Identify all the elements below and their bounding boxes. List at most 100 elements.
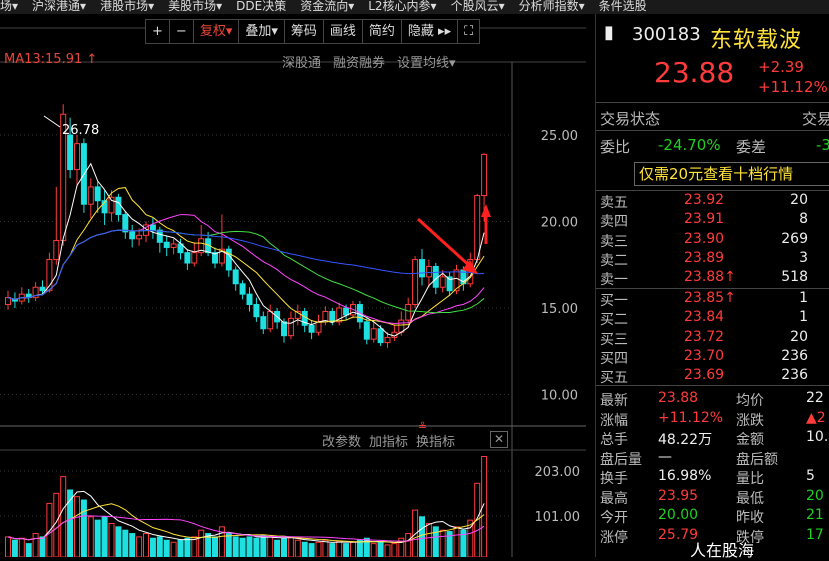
bids-label: 买一 (600, 293, 628, 309)
candle (267, 310, 274, 330)
stat-v: +11.12% (658, 409, 724, 426)
asks-label: 卖五 (600, 195, 628, 211)
stat-l2: 盘后额 (736, 451, 778, 468)
stat-l: 总手 (600, 432, 628, 448)
candle (232, 269, 239, 285)
simple-mode-button[interactable]: 简约 (361, 19, 402, 44)
asks-price: 23.88↑ (684, 269, 736, 286)
stat-v: 23.88 (658, 390, 699, 406)
volume-bar (419, 516, 425, 557)
candle (115, 196, 122, 216)
close-icon[interactable]: ✕ (490, 431, 508, 448)
candle (39, 286, 46, 292)
volume-bar (80, 499, 87, 557)
menu-icon[interactable]: ▮ (604, 22, 614, 43)
volume-bar (156, 536, 163, 557)
candle (481, 153, 488, 197)
switch-indicator-button[interactable]: 换指标 (416, 435, 455, 450)
zoom-out-button[interactable]: − (168, 19, 194, 44)
volume-bar (11, 539, 18, 557)
candle (53, 240, 60, 261)
hide-button[interactable]: 隐藏 ▸▸ (400, 19, 459, 44)
weicha-value: -3 (816, 136, 829, 154)
bids-price: 23.72 (684, 328, 725, 345)
top-menu-item[interactable]: 分析师指数▾ (519, 0, 585, 12)
top-menu-item[interactable]: 港股市场▾ (100, 0, 154, 12)
volume-bar (350, 541, 356, 557)
margin-link[interactable]: 融资融券 (333, 56, 385, 71)
top-menu-item[interactable]: 个股风云▾ (451, 0, 505, 12)
candle (94, 186, 101, 202)
candle (308, 324, 315, 333)
candle (260, 316, 267, 330)
candle (412, 259, 419, 306)
zoom-in-button[interactable]: + (145, 19, 170, 44)
top-menu-item[interactable]: 美股市场▾ (168, 0, 222, 12)
sgt-link[interactable]: 深股通 (282, 56, 321, 71)
volume-tick: 203.00 (535, 465, 581, 480)
top-menu-item[interactable]: 资金流向▾ (300, 0, 354, 12)
top-menu-item[interactable]: L2核心内参▾ (368, 0, 436, 12)
volume-bar (5, 536, 11, 557)
asks-vol: 518 (781, 269, 808, 286)
asks-label: 卖四 (600, 214, 628, 231)
candle (384, 336, 391, 344)
weibi-value: -24.70% (658, 136, 721, 154)
red-arrow (416, 217, 474, 270)
stat-v2: 21 (806, 507, 824, 523)
stat-l2: 均价 (736, 393, 764, 409)
volume-bar (343, 543, 350, 557)
edit-params-button[interactable]: 改参数 (322, 435, 361, 450)
volume-bar (170, 541, 177, 557)
top-menu-item[interactable]: 场▾ (0, 0, 18, 12)
volume-bar (439, 529, 446, 557)
volume-bar (212, 536, 218, 557)
add-indicator-button[interactable]: 加指标 (369, 435, 408, 450)
stat-l2: 最低 (736, 490, 764, 507)
draw-line-button[interactable]: 画线 (322, 19, 363, 44)
top-menu-item[interactable]: 沪深港通▾ (32, 0, 86, 12)
stat-v2: 22 (806, 390, 824, 406)
volume-bar (60, 476, 67, 557)
asks-price: 23.89 (684, 249, 725, 266)
top-menu-bar: 场▾ 沪深港通▾ 港股市场▾ 美股市场▾ DDE决策 资金流向▾ L2核心内参▾ 个股风云▾ 分… (0, 0, 829, 14)
chips-button[interactable]: 筹码 (283, 19, 324, 44)
stat-v: — (658, 448, 672, 465)
weicha-label: 委差 (736, 138, 767, 156)
volume-bar (18, 537, 25, 557)
volume-tools: 改参数 加指标 换指标 (322, 431, 463, 450)
price-tick: 20.00 (541, 216, 578, 231)
bids-label: 买四 (600, 350, 628, 367)
bids-vol: 236 (781, 367, 808, 384)
stat-l: 最新 (600, 393, 628, 409)
volume-bar (108, 523, 115, 557)
volume-bar (129, 533, 136, 557)
volume-bar (101, 516, 108, 557)
bids-price: 23.70 (684, 347, 725, 364)
volume-bar (87, 516, 94, 557)
candle (253, 304, 260, 318)
ma-settings-link[interactable]: 设置均线▾ (397, 56, 456, 71)
stock-name: 东软载波 (710, 28, 803, 53)
top-menu-item[interactable]: DDE决策 (236, 0, 286, 12)
price-change: +2.39 (758, 58, 804, 76)
stat-v2: 5 (806, 468, 815, 484)
volume-bar (198, 529, 205, 557)
level2-ad-banner[interactable]: 仅需20元查看十档行情 (634, 162, 829, 186)
stat-v: 48.22万 (658, 432, 713, 448)
candle (281, 321, 287, 337)
overlay-dropdown[interactable]: 叠加▾ (238, 19, 285, 44)
volume-bar (453, 526, 460, 557)
fuquan-dropdown[interactable]: 复权▾ (192, 19, 240, 44)
stat-v: 16.98% (658, 468, 712, 484)
price-tick: 10.00 (541, 389, 578, 404)
fullscreen-icon[interactable]: ⛶ (457, 19, 481, 44)
candle (315, 321, 322, 333)
volume-bar (301, 541, 308, 557)
ma-line (7, 162, 485, 337)
kline-chart: 25.0020.0015.0010.00203.00101.0026.78≗ (0, 27, 586, 557)
top-menu-item[interactable]: 条件选股 (599, 0, 647, 12)
kline-chart-area[interactable]: 25.00 20.00 15.00 10.00 203.00 101.00 26.78 ≗ (0, 14, 586, 557)
bids-vol: 20 (790, 328, 808, 345)
asks-vol: 20 (790, 192, 808, 208)
